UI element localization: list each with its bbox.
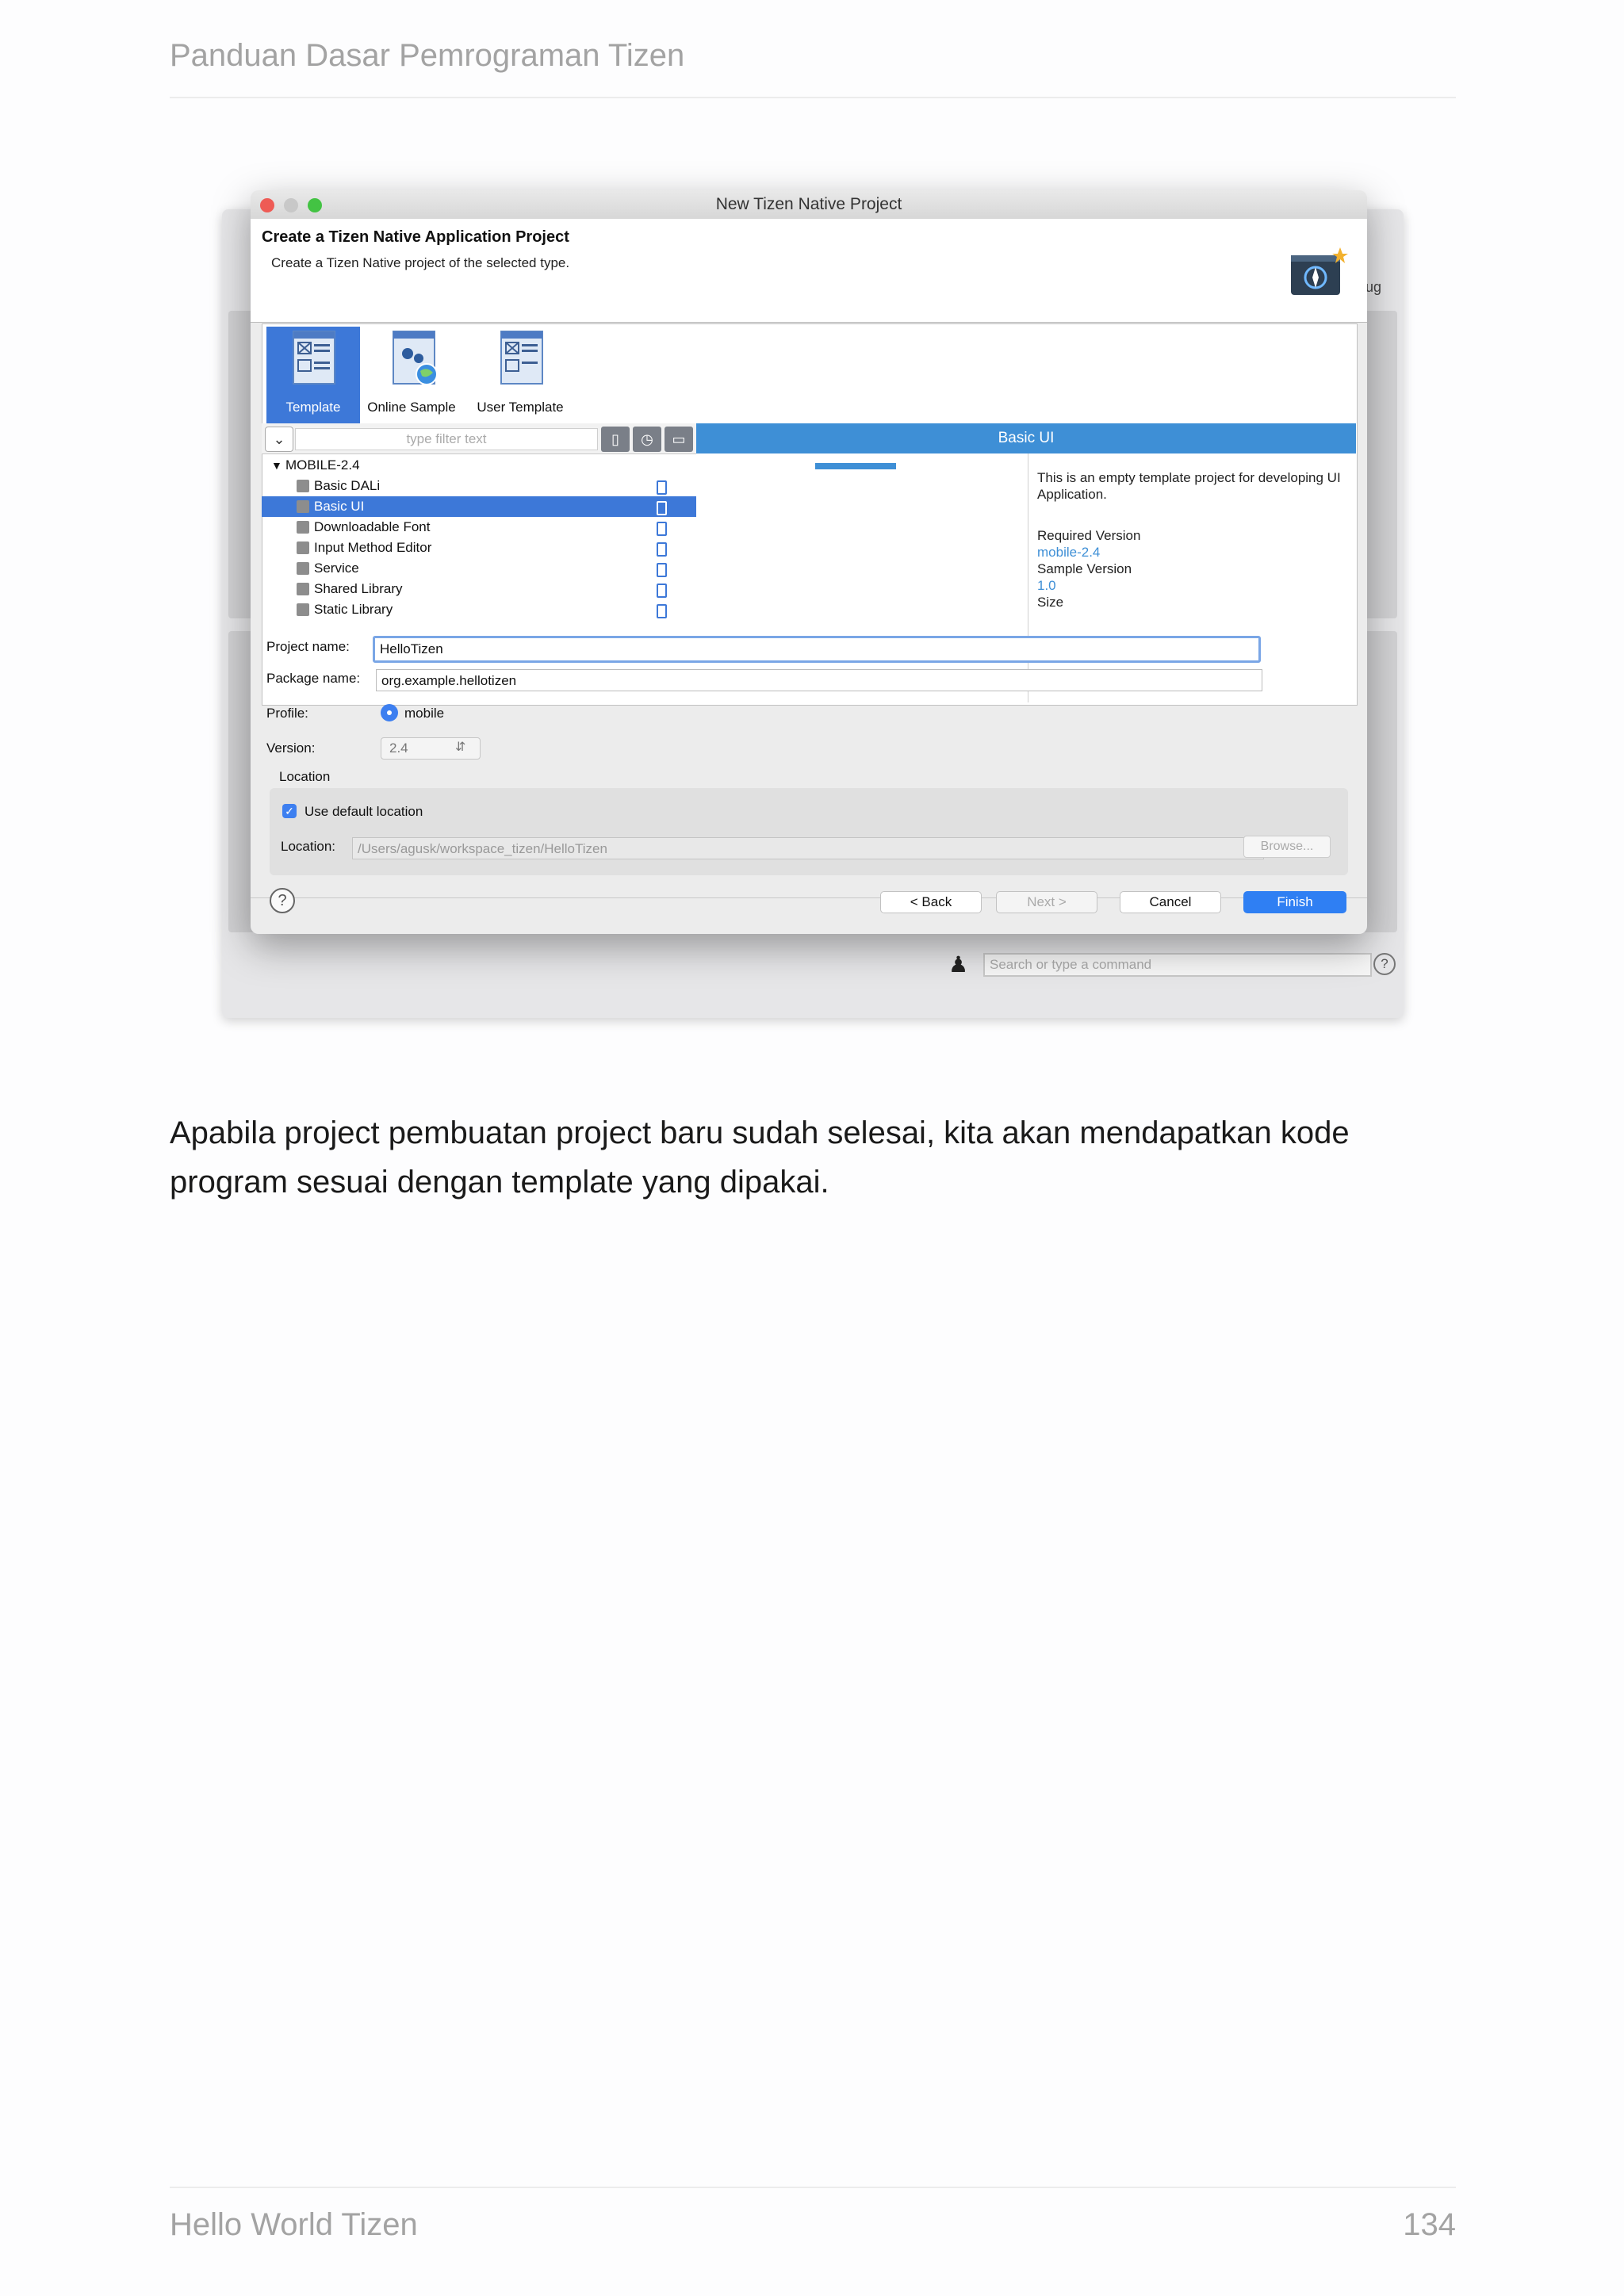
tree-item-label: Service xyxy=(314,561,359,576)
updown-arrow-icon: ⇵ xyxy=(455,740,466,754)
banner-title: Create a Tizen Native Application Projec… xyxy=(262,228,569,246)
version-label: Version: xyxy=(266,740,316,756)
tree-item[interactable]: Basic DALi xyxy=(262,476,696,496)
body-paragraph: Apabila project pembuatan project baru s… xyxy=(170,1115,1350,1200)
footer-title: Hello World Tizen xyxy=(170,2207,418,2242)
required-version-label: Required Version xyxy=(1037,528,1141,543)
preview-title: Basic UI xyxy=(696,423,1356,453)
person-icon[interactable]: ♟ xyxy=(948,951,968,978)
tab-template-label: Template xyxy=(285,400,341,415)
header-rule xyxy=(170,97,1456,98)
profile-value: mobile xyxy=(404,706,445,721)
location-label: Location: xyxy=(281,839,335,854)
triangle-down-icon[interactable]: ▼ xyxy=(271,455,282,476)
watch-filter-icon[interactable]: ◷ xyxy=(633,427,661,452)
preview-image xyxy=(696,453,1028,702)
location-input[interactable]: /Users/agusk/workspace_tizen/HelloTizen xyxy=(352,837,1264,859)
tree-item-label: Downloadable Font xyxy=(314,519,431,534)
download-icon xyxy=(297,500,309,513)
download-icon xyxy=(297,603,309,616)
tree-item-label: Input Method Editor xyxy=(314,540,432,555)
tab-online-sample[interactable]: Online Sample xyxy=(362,400,462,415)
required-version-value: mobile-2.4 xyxy=(1037,545,1101,560)
back-button[interactable]: < Back xyxy=(880,891,982,913)
help-icon[interactable]: ? xyxy=(270,888,295,913)
checkmark-icon[interactable]: ✓ xyxy=(282,804,297,818)
user-template-icon[interactable] xyxy=(500,330,544,385)
download-icon xyxy=(297,583,309,595)
profile-label: Profile: xyxy=(266,706,308,721)
ide-help-icon[interactable]: ? xyxy=(1373,953,1396,975)
mobile-icon xyxy=(657,480,667,495)
tree-item-label: Static Library xyxy=(314,602,393,617)
location-group-label: Location xyxy=(279,769,331,784)
page-number: 134 xyxy=(1403,2207,1456,2242)
template-description: This is an empty template project for de… xyxy=(1037,470,1341,502)
tab-user-template[interactable]: User Template xyxy=(465,400,576,415)
sample-version-label: Sample Version xyxy=(1037,561,1132,576)
package-name-input[interactable]: org.example.hellotizen xyxy=(376,669,1262,691)
tree-item-label: Basic UI xyxy=(314,499,365,514)
dialog-titlebar: New Tizen Native Project xyxy=(251,190,1367,220)
filter-input[interactable]: type filter text xyxy=(295,428,598,450)
template-icon xyxy=(293,331,335,385)
use-default-location-label: Use default location xyxy=(304,804,423,819)
mobile-filter-icon[interactable]: ▯ xyxy=(601,427,630,452)
project-name-input[interactable]: HelloTizen xyxy=(373,636,1261,663)
download-icon xyxy=(297,521,309,534)
browse-button[interactable]: Browse... xyxy=(1243,836,1331,858)
new-project-dialog: New Tizen Native Project Create a Tizen … xyxy=(251,190,1367,934)
package-name-label: Package name: xyxy=(266,671,361,686)
tizen-wizard-icon xyxy=(1291,247,1348,295)
tree-item[interactable]: Static Library xyxy=(262,599,696,620)
cancel-button[interactable]: Cancel xyxy=(1120,891,1221,913)
mobile-icon xyxy=(657,584,667,598)
mobile-icon xyxy=(657,522,667,536)
preview-thumbnail xyxy=(815,463,896,469)
tree-item-label: Basic DALi xyxy=(314,478,381,493)
location-group xyxy=(270,788,1348,875)
mobile-icon xyxy=(657,604,667,618)
chevron-down-icon[interactable]: ⌄ xyxy=(265,427,293,452)
tree-root-label: MOBILE-2.4 xyxy=(285,457,360,473)
tree-item[interactable]: Downloadable Font xyxy=(262,517,696,538)
online-sample-icon[interactable] xyxy=(392,330,439,387)
dialog-title: New Tizen Native Project xyxy=(715,195,902,213)
ide-side-text: ug xyxy=(1365,279,1382,295)
download-icon xyxy=(297,562,309,575)
tree-item-label: Shared Library xyxy=(314,581,403,596)
radio-dot xyxy=(387,710,392,715)
mobile-icon xyxy=(657,542,667,557)
command-search-input[interactable]: Search or type a command xyxy=(983,953,1372,977)
banner-subtitle: Create a Tizen Native project of the sel… xyxy=(271,255,570,270)
mobile-icon xyxy=(657,563,667,577)
next-button[interactable]: Next > xyxy=(996,891,1097,913)
download-icon xyxy=(297,541,309,554)
footer-rule xyxy=(170,2187,1456,2188)
tree-root[interactable]: ▼ MOBILE-2.4 xyxy=(262,455,696,476)
page-header: Panduan Dasar Pemrograman Tizen xyxy=(170,38,685,73)
tv-filter-icon[interactable]: ▭ xyxy=(665,427,693,452)
size-label: Size xyxy=(1037,595,1064,610)
tree-item[interactable]: Shared Library xyxy=(262,579,696,599)
tree-item[interactable]: Input Method Editor xyxy=(262,538,696,558)
finish-button[interactable]: Finish xyxy=(1243,891,1346,913)
tree-item-selected[interactable]: Basic UI xyxy=(262,496,696,517)
tree-item[interactable]: Service xyxy=(262,558,696,579)
download-icon xyxy=(297,480,309,492)
mobile-icon xyxy=(657,501,667,515)
project-name-label: Project name: xyxy=(266,639,350,654)
sample-version-value: 1.0 xyxy=(1037,578,1056,593)
